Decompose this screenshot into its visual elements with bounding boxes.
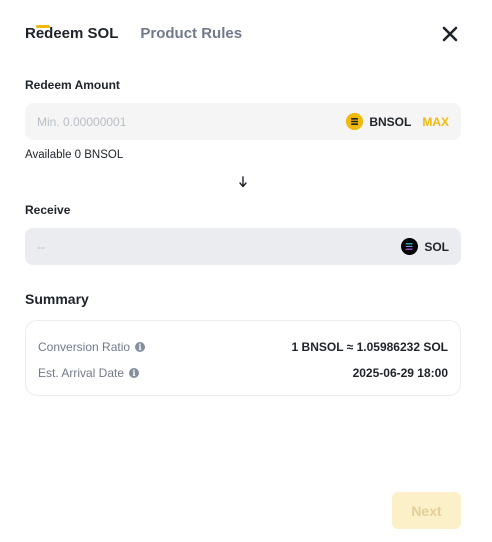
redeem-coin-ticker: BNSOL [369,114,412,129]
receive-field: SOL [25,228,461,265]
summary-row-arrival-date: Est. Arrival Date i 2025-06-29 18:00 [38,365,448,381]
conversion-ratio-value: 1 BNSOL ≈ 1.05986232 SOL [291,340,448,354]
receive-coin: SOL [401,238,449,255]
next-button[interactable]: Next [392,492,461,529]
max-button[interactable]: MAX [422,115,449,129]
summary-row-conversion-ratio: Conversion Ratio i 1 BNSOL ≈ 1.05986232 … [38,339,448,355]
arrival-date-value: 2025-06-29 18:00 [352,366,448,380]
conversion-ratio-label: Conversion Ratio i [38,339,146,355]
redeem-amount-input[interactable] [37,114,347,129]
close-icon[interactable] [440,24,460,44]
info-icon[interactable]: i [135,342,146,352]
available-balance: Available 0 BNSOL [25,149,124,161]
sol-coin-icon [401,238,419,255]
receive-label: Receive [25,203,71,217]
tab-product-rules[interactable]: Product Rules [140,24,242,44]
receive-amount-input [37,239,402,254]
active-tab-indicator [36,25,50,28]
redeem-amount-label: Redeem Amount [25,78,120,92]
bnsol-coin-icon [346,113,364,130]
redeem-amount-field: BNSOL MAX [25,103,461,140]
info-icon[interactable]: i [129,368,140,378]
arrow-down-icon [238,175,248,188]
conversion-ratio-label-text: Conversion Ratio [38,340,131,354]
receive-coin-ticker: SOL [424,239,449,254]
arrival-date-label-text: Est. Arrival Date [38,366,125,380]
arrival-date-label: Est. Arrival Date i [38,365,140,381]
summary-title: Summary [25,291,89,307]
summary-box: Conversion Ratio i 1 BNSOL ≈ 1.05986232 … [25,320,461,396]
tab-bar: Redeem SOL Product Rules [25,24,264,54]
redeem-coin: BNSOL [346,113,411,130]
